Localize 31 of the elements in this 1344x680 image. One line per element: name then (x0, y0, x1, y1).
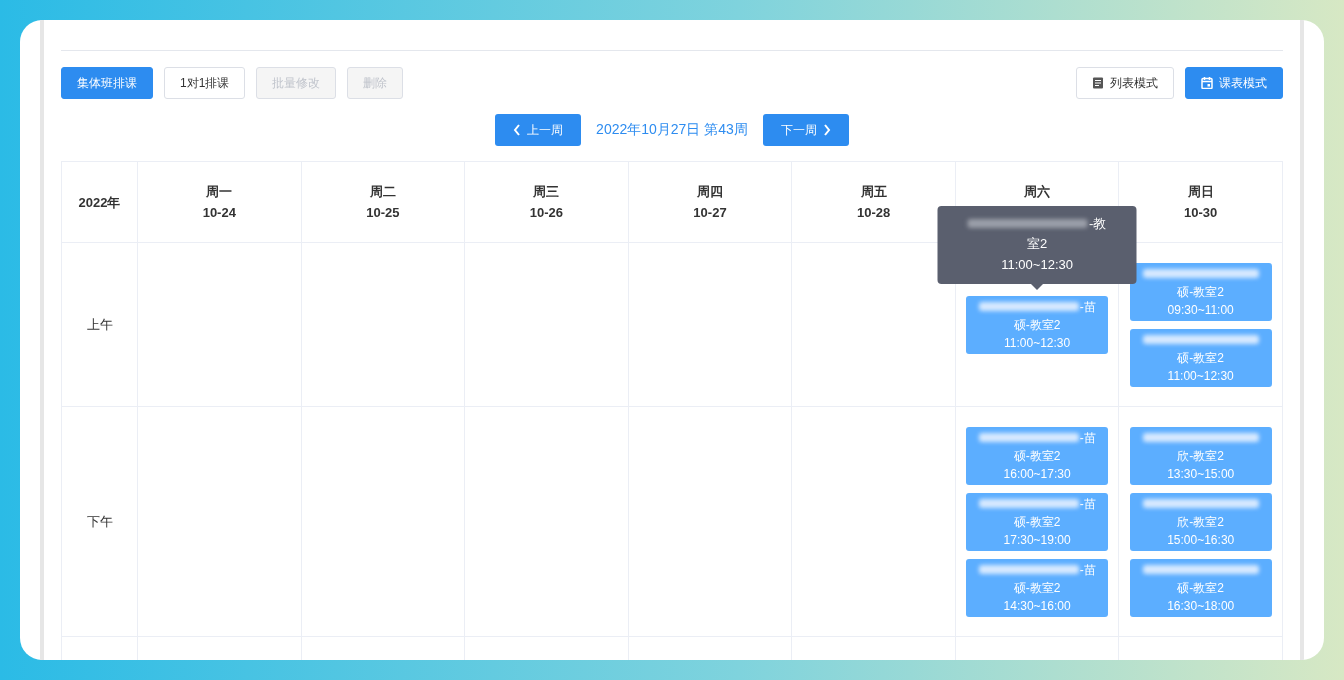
day-header: 周四 10-27 (693, 183, 727, 222)
next-week-button[interactable]: 下一周 (762, 114, 849, 146)
class-event[interactable]: -苗 硕-教室2 17:30~19:00 (966, 492, 1109, 551)
period-label: 下午 (86, 512, 113, 531)
tooltip: -教 室2 11:00~12:30 (937, 205, 1137, 284)
class-event[interactable]: 欣-教室2 13:30~15:00 (1129, 426, 1272, 485)
view-mode-button[interactable]: 课表模式 (1185, 67, 1283, 99)
chevron-right-icon (822, 124, 831, 136)
view-mode-button[interactable]: 列表模式 (1076, 67, 1174, 99)
chevron-left-icon (513, 124, 522, 136)
action-button[interactable]: 1对1排课 (164, 67, 246, 99)
day-header: 周日 10-30 (1184, 183, 1218, 222)
action-button[interactable]: 集体班排课 (61, 67, 153, 99)
day-header: 周五 10-28 (856, 183, 891, 222)
list-icon (1092, 77, 1104, 89)
class-event[interactable]: 硕-教室2 09:30~11:00 (1129, 262, 1272, 321)
year-header: 2022年 (78, 193, 121, 212)
day-header: 周六 (1024, 183, 1051, 201)
day-header: 周一 10-24 (202, 183, 236, 222)
class-event[interactable]: -苗 硕-教室2 16:00~17:30 (966, 426, 1109, 485)
day-header: 周二 10-25 (366, 183, 400, 222)
class-event[interactable]: -苗 硕-教室2 14:30~16:00 (966, 558, 1109, 617)
calendar-icon (1201, 77, 1213, 89)
current-week: 2022年10月27日 第43周 (596, 121, 748, 139)
class-event[interactable]: 硕-教室2 16:30~18:00 (1129, 558, 1272, 617)
class-event[interactable]: 欣-教室2 15:00~16:30 (1129, 492, 1272, 551)
class-event[interactable]: 硕-教室2 11:00~12:30 (1129, 328, 1272, 387)
period-label: 上午 (86, 315, 113, 334)
previous-week-button[interactable]: 上一周 (495, 114, 582, 146)
tooltip-arrow-icon (1031, 283, 1044, 290)
day-header: 周三 10-26 (529, 183, 564, 222)
